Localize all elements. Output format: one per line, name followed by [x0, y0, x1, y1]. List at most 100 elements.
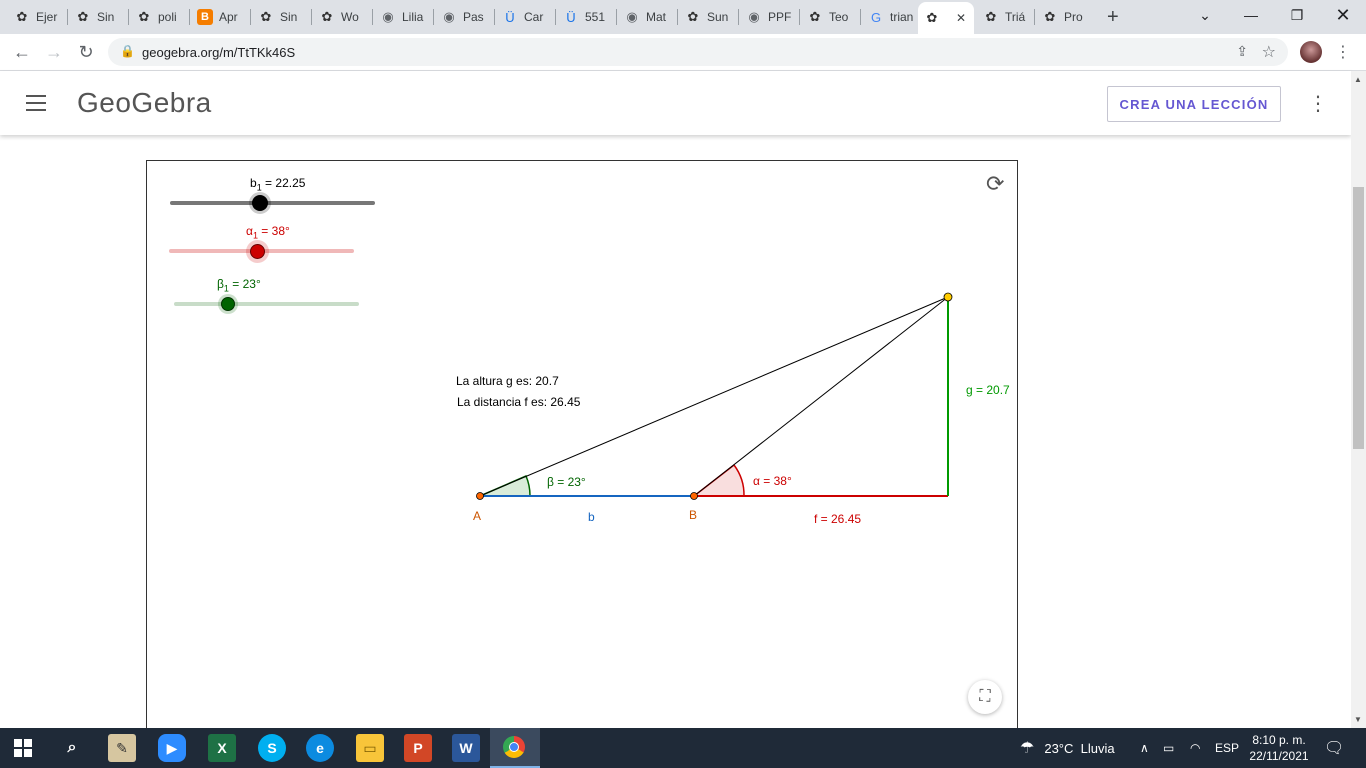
label-b: b — [588, 510, 595, 524]
weather-widget[interactable]: ☂ 23°C Lluvia — [1020, 728, 1115, 768]
new-tab-button[interactable]: + — [1107, 4, 1131, 30]
browser-tab-label: 551 — [585, 10, 606, 24]
browser-tab[interactable]: ✿ Sun — [679, 4, 737, 30]
browser-tab[interactable]: Ü 551 — [557, 4, 615, 30]
browser-tab[interactable]: ✿ Triá — [977, 4, 1033, 30]
browser-tab-label: Wo — [341, 10, 359, 24]
excel-icon[interactable]: X — [208, 734, 236, 762]
search-icon[interactable]: ⌕ — [58, 734, 86, 762]
tab-search-icon[interactable]: ⌄ — [1182, 0, 1228, 30]
browser-tab-label: Ejer — [36, 10, 58, 24]
chrome-taskbar-item[interactable] — [490, 728, 540, 768]
browser-menu-icon[interactable]: ⋮ — [1335, 42, 1351, 62]
battery-icon[interactable]: ▭ — [1163, 728, 1174, 768]
scroll-up-icon[interactable]: ▲ — [1354, 75, 1362, 84]
tab-separator — [799, 9, 800, 25]
tab-separator — [372, 9, 373, 25]
tab-separator — [860, 9, 861, 25]
tab-separator — [67, 9, 68, 25]
browser-tab[interactable]: ✿ Wo — [313, 4, 371, 30]
construction-canvas — [476, 292, 953, 500]
browser-tab[interactable]: ◉ PPF — [740, 4, 798, 30]
tab-separator — [494, 9, 495, 25]
geogebra-applet[interactable]: b1 = 22.25 α1 = 38° β1 = 23° ⟳ La altura… — [146, 160, 1018, 742]
height-text: La altura g es: 20.7 — [456, 374, 559, 388]
browser-tab[interactable]: ✿ ✕ — [918, 2, 974, 34]
browser-tab[interactable]: ✿ Pro — [1036, 4, 1096, 30]
page-scrollbar[interactable]: ▲ ▼ — [1351, 71, 1366, 728]
minimize-button[interactable]: — — [1228, 0, 1274, 30]
windows-start-icon[interactable] — [9, 734, 37, 762]
geogebra-icon: ✿ — [985, 9, 997, 24]
browser-tab[interactable]: ◉ Lilia — [374, 4, 432, 30]
tab-separator — [128, 9, 129, 25]
scroll-down-icon[interactable]: ▼ — [1354, 715, 1362, 724]
back-button[interactable]: ← — [10, 40, 34, 64]
wifi-icon[interactable]: ◠ — [1190, 728, 1200, 768]
tab-separator — [677, 9, 678, 25]
browser-tab[interactable]: ◉ Pas — [435, 4, 493, 30]
edge-icon[interactable]: e — [306, 734, 334, 762]
paint-icon[interactable]: ✎ — [108, 734, 136, 762]
tab-separator — [311, 9, 312, 25]
geogebra-icon: ✿ — [77, 9, 89, 24]
globe-icon: ◉ — [748, 9, 760, 24]
language-indicator[interactable]: ESP — [1215, 728, 1239, 768]
word-icon[interactable]: W — [452, 734, 480, 762]
browser-tab[interactable]: ✿ Ejer — [8, 4, 66, 30]
browser-tab-label: Sin — [97, 10, 115, 24]
point-A[interactable] — [476, 492, 484, 500]
browser-tab[interactable]: ✿ Sin — [252, 4, 310, 30]
tray-chevron-icon[interactable]: ∧ — [1140, 728, 1149, 768]
notifications-icon[interactable]: 🗨 — [1324, 728, 1344, 768]
label-alpha: α = 38° — [753, 474, 792, 488]
file-explorer-icon[interactable]: ▭ — [356, 734, 384, 762]
restore-button[interactable]: ❐ — [1274, 0, 1320, 30]
share-icon[interactable]: ⇪ — [1236, 43, 1248, 60]
powerpoint-icon[interactable]: P — [404, 734, 432, 762]
point-B[interactable] — [690, 492, 698, 500]
distance-text: La distancia f es: 26.45 — [457, 395, 581, 409]
browser-tab-label: trian — [890, 10, 914, 24]
hamburger-menu-icon[interactable] — [26, 95, 46, 111]
browser-tab-label: Mat — [646, 10, 667, 24]
point-top[interactable] — [943, 292, 953, 302]
browser-tab-strip: ✿ Ejer ✿ Sin ✿ poli B Apr ✿ Sin ✿ Wo ◉ Lilia ◉ Pas Ü Car Ü… — [0, 0, 1366, 34]
browser-tab-label: Teo — [829, 10, 849, 24]
browser-tab[interactable]: Gtrian — [862, 4, 916, 30]
scrollbar-thumb[interactable] — [1353, 187, 1364, 449]
bookmark-star-icon[interactable]: ☆ — [1262, 42, 1276, 62]
geogebra-header: GeoGebra CREA UNA LECCIÓN ⋮ — [0, 71, 1351, 135]
profile-avatar[interactable] — [1300, 41, 1322, 63]
tab-separator — [738, 9, 739, 25]
browser-tab[interactable]: ✿ Sin — [69, 4, 127, 30]
browser-tab-label: Apr — [219, 10, 238, 24]
geogebra-icon: ✿ — [1044, 9, 1056, 24]
address-bar[interactable]: 🔒 geogebra.org/m/TtTKk46S ⇪ ☆ — [108, 38, 1288, 66]
label-A: A — [473, 509, 482, 523]
url-text: geogebra.org/m/TtTKk46S — [142, 45, 296, 60]
close-window-button[interactable]: ✕ — [1320, 0, 1366, 30]
browser-tab[interactable]: ✿ Teo — [801, 4, 859, 30]
clock-date: 22/11/2021 — [1249, 749, 1309, 763]
geogebra-logo[interactable]: GeoGebra — [77, 87, 212, 119]
fullscreen-icon[interactable]: ⛶ — [968, 680, 1002, 714]
forward-button[interactable]: → — [42, 40, 66, 64]
tab-separator — [189, 9, 190, 25]
globe-icon: ◉ — [382, 9, 394, 24]
globe-icon: ◉ — [443, 9, 455, 24]
browser-tab[interactable]: Ü Car — [496, 4, 554, 30]
zoom-icon[interactable]: ▶ — [158, 734, 186, 762]
create-lesson-button[interactable]: CREA UNA LECCIÓN — [1107, 86, 1281, 122]
close-tab-icon[interactable]: ✕ — [956, 11, 966, 25]
clock[interactable]: 8:10 p. m. 22/11/2021 — [1244, 732, 1314, 764]
tab-separator — [616, 9, 617, 25]
browser-tab[interactable]: ✿ poli — [130, 4, 188, 30]
more-options-icon[interactable]: ⋮ — [1308, 91, 1328, 116]
browser-tab[interactable]: B Apr — [191, 4, 249, 30]
reload-button[interactable]: ↻ — [74, 40, 98, 64]
browser-tab[interactable]: ◉ Mat — [618, 4, 676, 30]
skype-icon[interactable]: S — [258, 734, 286, 762]
geogebra-icon: ✿ — [809, 9, 821, 24]
tab-separator — [1034, 9, 1035, 25]
